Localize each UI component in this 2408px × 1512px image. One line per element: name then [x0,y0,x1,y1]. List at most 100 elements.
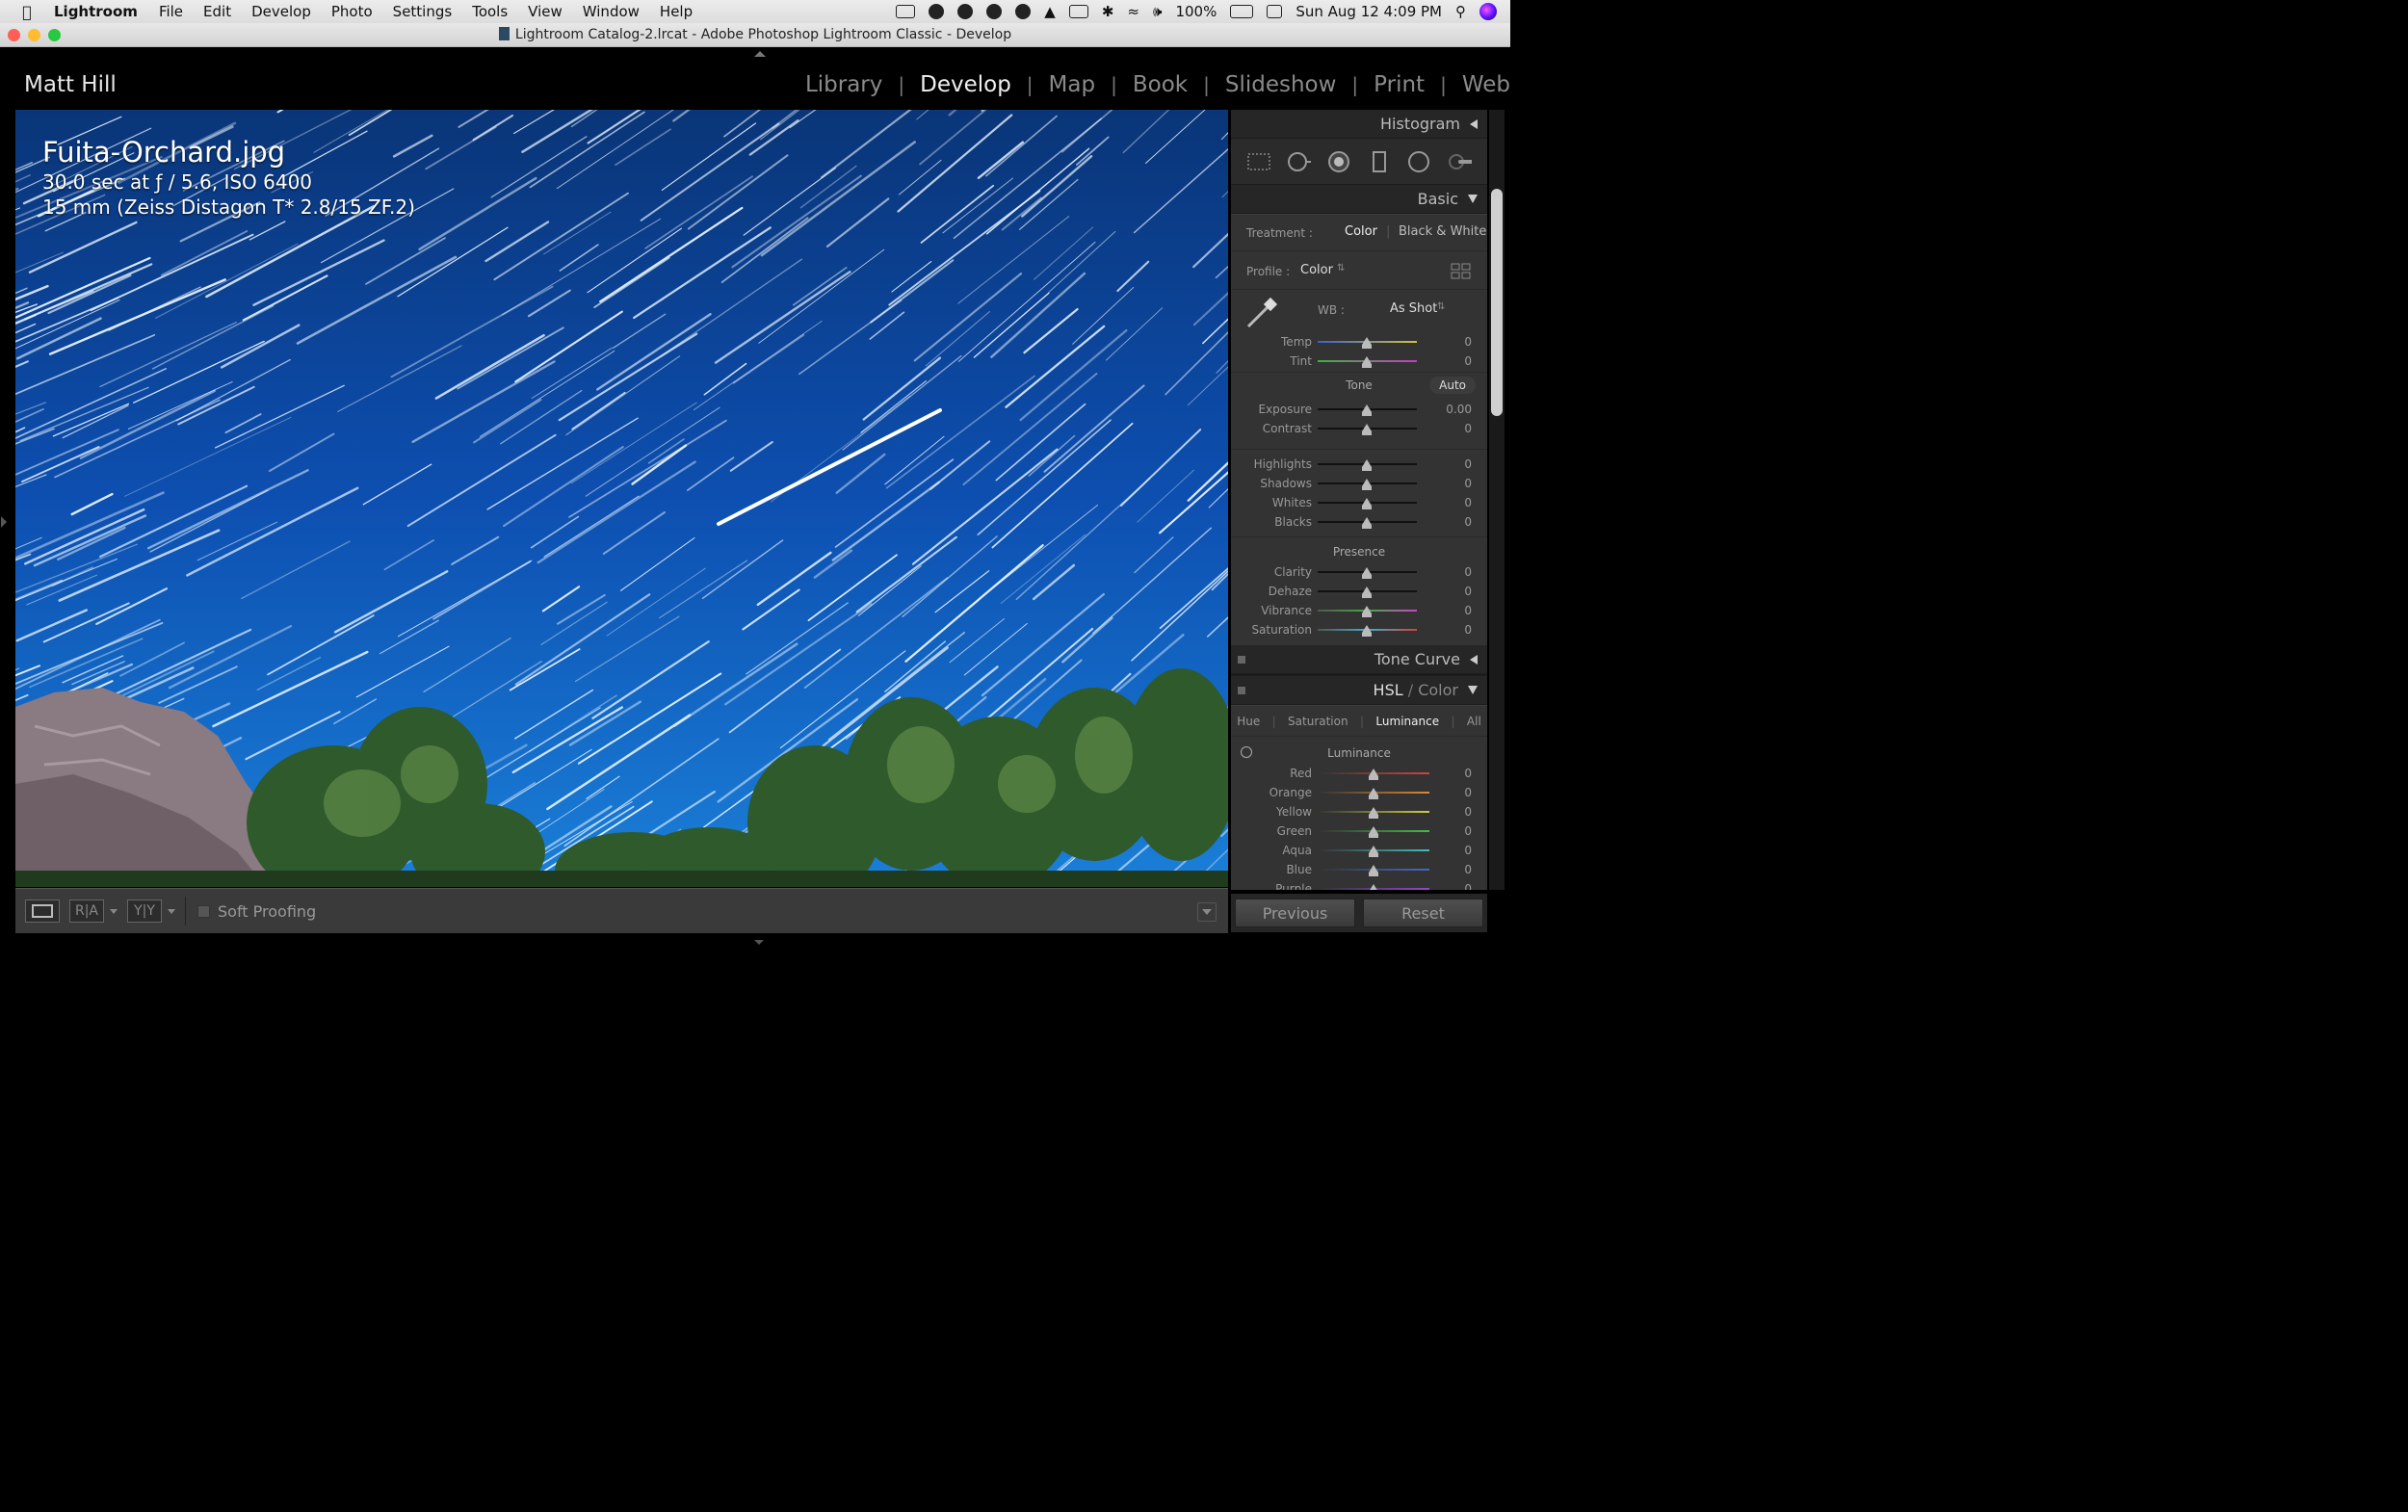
clock[interactable]: Sun Aug 12 4:09 PM [1296,3,1442,20]
slider-value[interactable]: 0 [1464,767,1472,780]
wb-select[interactable]: As Shot [1390,301,1437,316]
slider-value[interactable]: 0 [1464,824,1472,838]
slider-thumb[interactable] [1362,498,1372,509]
graduated-filter-icon[interactable] [1367,149,1392,174]
hsl-tab-hue[interactable]: Hue [1237,715,1260,728]
module-slideshow[interactable]: Slideshow [1210,72,1352,97]
histogram-panel-header[interactable]: Histogram [1231,110,1487,139]
slider-thumb[interactable] [1362,625,1372,637]
minimize-window-button[interactable] [28,29,40,41]
module-web[interactable]: Web [1447,72,1510,97]
module-library[interactable]: Library [790,72,898,97]
slider-value[interactable]: 0 [1464,844,1472,857]
slider-thumb[interactable] [1362,587,1372,598]
wb-stepper-icon[interactable]: ⇅ [1437,301,1445,312]
menu-settings[interactable]: Settings [393,3,453,20]
cloud-upload-icon[interactable] [929,4,945,19]
camera-icon[interactable] [896,5,916,18]
menu-view[interactable]: View [528,3,563,20]
photo-preview[interactable]: Fuita-Orchard.jpg 30.0 sec at ƒ / 5.6, I… [15,110,1228,887]
basic-panel-header[interactable]: Basic [1231,185,1487,214]
creative-cloud-icon[interactable] [957,4,974,19]
color-title[interactable]: Color [1418,681,1458,699]
treatment-color-option[interactable]: Color [1345,224,1377,239]
slider-value[interactable]: 0 [1464,335,1472,349]
soft-proofing-toggle[interactable]: Soft Proofing [197,902,316,921]
menu-help[interactable]: Help [660,3,693,20]
profile-select[interactable]: Color [1300,263,1333,277]
menu-develop[interactable]: Develop [251,3,311,20]
slider-value[interactable]: 0 [1464,863,1472,876]
volume-icon[interactable]: 🕪 [1153,3,1162,20]
slider-value[interactable]: 0 [1464,623,1472,637]
tone-curve-switch-icon[interactable] [1238,655,1245,664]
slider-thumb[interactable] [1369,826,1378,838]
slider-value[interactable]: 0 [1464,496,1472,509]
menu-window[interactable]: Window [583,3,640,20]
siri-icon[interactable] [1479,3,1497,20]
slider-value[interactable]: 0.00 [1446,403,1472,416]
tone-curve-panel-header[interactable]: Tone Curve [1231,645,1487,674]
profile-stepper-icon[interactable]: ⇅ [1337,263,1345,274]
before-after-dropdown-icon[interactable] [110,908,118,914]
hsl-color-panel-header[interactable]: HSL / Color [1231,676,1487,705]
slider-thumb[interactable] [1362,356,1372,368]
slider-thumb[interactable] [1369,865,1378,876]
slider-thumb[interactable] [1362,517,1372,529]
slider-value[interactable]: 0 [1464,422,1472,435]
hsl-tab-luminance[interactable]: Luminance [1375,715,1439,728]
battery-percent[interactable]: 100% [1175,3,1217,20]
wb-eyedropper-icon[interactable] [1243,296,1281,332]
slider-thumb[interactable] [1369,884,1378,890]
slider-thumb[interactable] [1362,606,1372,617]
slider-thumb[interactable] [1362,567,1372,579]
apple-menu-icon[interactable]:  [0,3,54,21]
profile-browser-icon[interactable] [1451,263,1472,280]
crop-tool-icon[interactable] [1246,149,1271,174]
filmstrip-expand-icon[interactable] [754,940,764,945]
slider-value[interactable]: 0 [1464,477,1472,490]
slider-thumb[interactable] [1369,807,1378,819]
slider-value[interactable]: 0 [1464,882,1472,890]
menu-photo[interactable]: Photo [331,3,373,20]
drive-icon[interactable]: ▲ [1044,3,1056,20]
slider-value[interactable]: 0 [1464,457,1472,471]
slider-value[interactable]: 0 [1464,354,1472,368]
slider-thumb[interactable] [1369,788,1378,799]
slider-thumb[interactable] [1362,459,1372,471]
radial-filter-icon[interactable] [1406,149,1431,174]
slider-value[interactable]: 0 [1464,515,1472,529]
hsl-title[interactable]: HSL [1374,681,1403,699]
slider-value[interactable]: 0 [1464,786,1472,799]
app-menu[interactable]: Lightroom [54,3,138,20]
left-panel-expand-icon[interactable] [1,516,7,528]
slider-value[interactable]: 0 [1464,565,1472,579]
slider-value[interactable]: 0 [1464,805,1472,819]
close-window-button[interactable] [8,29,20,41]
hsl-switch-icon[interactable] [1238,686,1245,694]
module-book[interactable]: Book [1117,72,1203,97]
hsl-tab-saturation[interactable]: Saturation [1288,715,1348,728]
module-develop[interactable]: Develop [904,72,1027,97]
adjustment-brush-icon[interactable] [1447,149,1473,174]
battery-icon[interactable] [1230,5,1254,18]
reset-button[interactable]: Reset [1363,899,1483,927]
before-after-yy-button[interactable]: Y|Y [127,899,162,923]
top-panel-collapse-icon[interactable] [754,51,766,57]
hsl-tab-all[interactable]: All [1467,715,1481,728]
slider-thumb[interactable] [1362,479,1372,490]
airplay-icon[interactable] [1068,5,1088,18]
soft-proofing-checkbox[interactable] [197,904,210,918]
loupe-view-button[interactable] [25,899,60,923]
module-print[interactable]: Print [1358,72,1440,97]
info-icon[interactable] [986,4,1003,19]
keyboard-icon[interactable] [1267,5,1283,18]
treatment-bw-option[interactable]: Black & White [1399,224,1486,239]
targeted-adjustment-icon[interactable] [1241,746,1252,758]
red-eye-tool-icon[interactable] [1326,149,1351,174]
slider-thumb[interactable] [1369,846,1378,857]
backup-icon[interactable] [1015,4,1032,19]
slider-value[interactable]: 0 [1464,604,1472,617]
slider-thumb[interactable] [1362,337,1372,349]
spot-removal-tool-icon[interactable] [1286,149,1312,174]
